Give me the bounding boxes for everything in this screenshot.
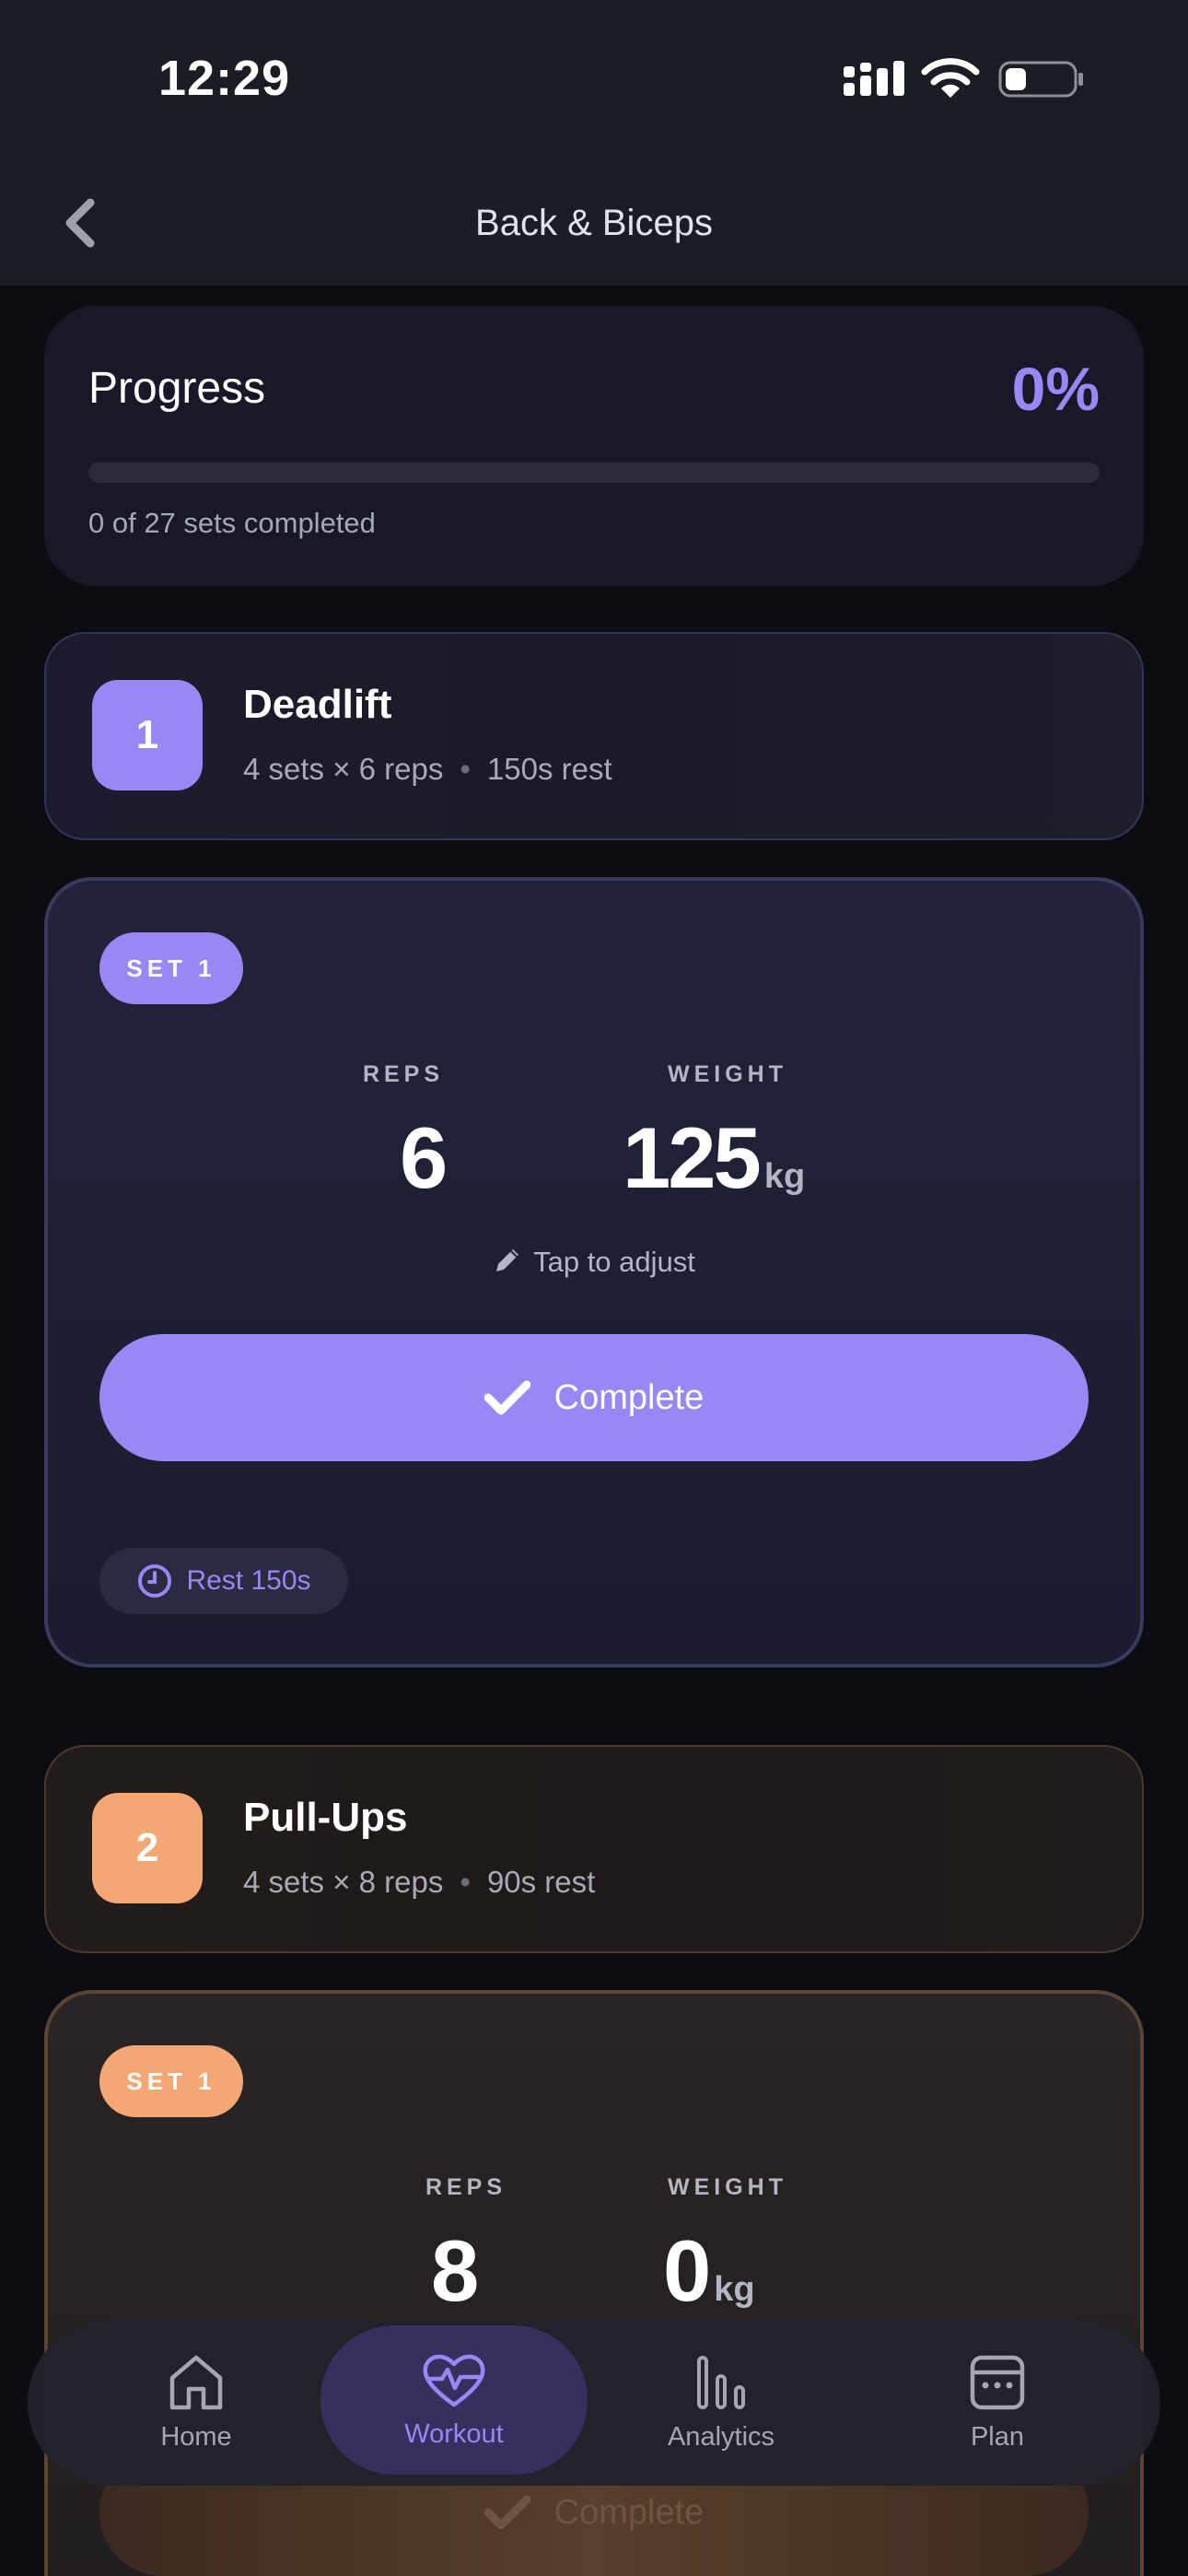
progress-card: Progress 0% 0 of 27 sets completed: [44, 306, 1144, 586]
weight-unit: kg: [714, 2270, 755, 2309]
cellular-signal-icon: [844, 61, 904, 96]
page-title: Back & Biceps: [475, 203, 713, 243]
exercise-name: Pull-Ups: [243, 1795, 408, 1840]
weight-unit: kg: [763, 1157, 806, 1196]
exercise-name: Deadlift: [243, 682, 392, 727]
tab-home-label: Home: [160, 2421, 232, 2452]
exercise-rest: 90s rest: [486, 1865, 596, 1899]
status-time: 12:29: [158, 51, 291, 106]
progress-bar: [88, 463, 1100, 483]
separator-dot: •: [460, 752, 471, 786]
adjust-hint[interactable]: Tap to adjust: [48, 1246, 1140, 1279]
exercise-number-badge: 2: [92, 1793, 203, 1903]
set-badge: SET 1: [99, 2045, 243, 2117]
complete-set-label: Complete: [553, 1377, 705, 1417]
progress-summary: 0 of 27 sets completed: [88, 507, 376, 539]
exercise-header-deadlift[interactable]: 1 Deadlift 4 sets × 6 reps • 150s rest: [44, 632, 1144, 840]
exercise-meta: 4 sets × 8 reps • 90s rest: [243, 1865, 595, 1900]
tab-analytics-label: Analytics: [667, 2421, 775, 2452]
checkmark-icon: [483, 2495, 530, 2530]
rest-timer-label: Rest 150s: [186, 1565, 311, 1596]
reps-label: REPS: [425, 2174, 507, 2200]
weight-value-group[interactable]: 0 kg: [663, 2228, 755, 2314]
tab-workout-label: Workout: [404, 2418, 504, 2449]
tab-bar: Home Workout Analytics Plan: [28, 2320, 1160, 2486]
checkmark-icon: [483, 1380, 530, 1415]
clock-icon: [138, 1564, 172, 1598]
battery-icon: [998, 61, 1083, 98]
progress-percent: 0%: [1011, 355, 1100, 423]
exercise-header-pull-ups[interactable]: 2 Pull-Ups 4 sets × 8 reps • 90s rest: [44, 1745, 1144, 1953]
top-bar: 12:29 Back & Biceps: [0, 0, 1188, 286]
reps-label: REPS: [362, 1061, 445, 1087]
exercise-sets-reps: 4 sets × 8 reps: [243, 1865, 444, 1899]
exercise-number-badge: 1: [92, 680, 203, 790]
exercise-meta: 4 sets × 6 reps • 150s rest: [243, 752, 612, 787]
tab-analytics[interactable]: Analytics: [597, 2320, 845, 2486]
rest-timer-button[interactable]: Rest 150s: [99, 1548, 348, 1614]
weight-value-group[interactable]: 125 kg: [623, 1115, 805, 1201]
exercise-rest: 150s rest: [486, 752, 612, 786]
set-card-deadlift: SET 1 REPS 6 WEIGHT 125 kg Tap to adjust …: [44, 877, 1144, 1668]
separator-dot: •: [460, 1865, 471, 1899]
tab-workout[interactable]: Workout: [320, 2325, 588, 2475]
pencil-icon: [496, 1249, 519, 1271]
adjust-hint-label: Tap to adjust: [533, 1246, 695, 1278]
heart-pulse-icon: [423, 2354, 485, 2406]
weight-value: 125: [623, 1109, 762, 1206]
tab-plan[interactable]: Plan: [882, 2320, 1112, 2486]
complete-set-label: Complete: [553, 2492, 705, 2532]
weight-value: 0: [663, 2222, 711, 2319]
progress-title: Progress: [88, 364, 266, 413]
wifi-icon: [921, 58, 980, 98]
reps-value[interactable]: 8: [431, 2228, 479, 2314]
calendar-icon: [970, 2355, 1025, 2409]
reps-value[interactable]: 6: [400, 1115, 448, 1201]
weight-label: WEIGHT: [668, 2174, 787, 2200]
weight-label: WEIGHT: [668, 1061, 787, 1087]
tab-home[interactable]: Home: [72, 2320, 320, 2486]
tab-plan-label: Plan: [970, 2421, 1025, 2452]
complete-set-button[interactable]: Complete: [99, 1334, 1089, 1461]
bar-chart-icon: [697, 2355, 745, 2409]
exercise-sets-reps: 4 sets × 6 reps: [243, 752, 444, 786]
set-badge: SET 1: [99, 932, 243, 1004]
home-icon: [169, 2355, 223, 2409]
